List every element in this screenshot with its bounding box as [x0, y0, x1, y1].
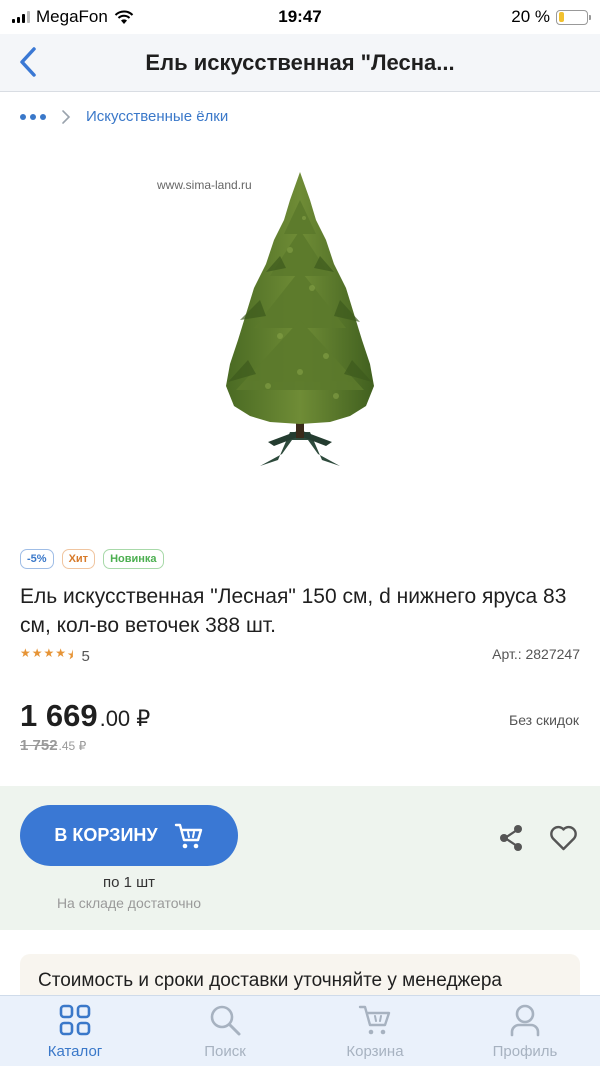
- chevron-left-icon: [20, 47, 36, 77]
- breadcrumb-link[interactable]: Искусственные ёлки: [86, 108, 228, 125]
- battery-percent: 20 %: [511, 7, 550, 26]
- back-button[interactable]: [10, 44, 46, 80]
- new-badge: Новинка: [103, 549, 164, 569]
- tab-search[interactable]: Поиск: [150, 996, 300, 1066]
- article-number: Арт.: 2827247: [492, 646, 580, 662]
- status-left: MegaFon: [12, 7, 134, 27]
- rating-count: 5: [81, 648, 90, 665]
- user-icon: [510, 1004, 540, 1037]
- discount-note: Без скидок: [509, 712, 579, 728]
- cart-icon: [358, 1005, 391, 1035]
- page-title: Ель искусственная "Лесна...: [145, 49, 455, 75]
- breadcrumb-more-button[interactable]: [20, 113, 46, 120]
- price: 1 669 .00 ₽: [20, 698, 150, 734]
- star-icon: ★: [20, 646, 31, 660]
- price-cents: .00 ₽: [99, 706, 151, 731]
- heart-icon[interactable]: [549, 824, 578, 852]
- rating-stars: ★ ★ ★ ★ ⯨: [20, 646, 73, 667]
- tab-cart[interactable]: Корзина: [300, 996, 450, 1066]
- tab-profile-label: Профиль: [492, 1043, 558, 1060]
- breadcrumb: Искусственные ёлки: [20, 108, 228, 125]
- per-unit-text: по 1 шт: [102, 874, 156, 891]
- tab-profile[interactable]: Профиль: [450, 996, 600, 1066]
- star-icon: ★: [43, 646, 55, 660]
- star-icon: ⯨: [67, 648, 74, 662]
- price-main: 1 669: [20, 698, 98, 733]
- delivery-text: Стоимость и сроки доставки уточняйте у м…: [38, 970, 502, 991]
- hit-badge: Хит: [61, 549, 96, 569]
- old-price-cents: .45 ₽: [58, 739, 87, 753]
- status-bar: MegaFon 19:47 20 %: [0, 0, 600, 34]
- stock-status: На складе достаточно: [56, 895, 202, 911]
- tab-catalog[interactable]: Каталог: [0, 996, 150, 1066]
- chevron-right-icon: [62, 109, 71, 124]
- add-to-cart-button[interactable]: В КОРЗИНУ: [20, 805, 238, 866]
- product-image[interactable]: [140, 160, 460, 490]
- tab-search-label: Поиск: [204, 1043, 246, 1060]
- cart-area: В КОРЗИНУ по 1 шт На складе достаточно: [0, 786, 600, 930]
- wifi-icon: [114, 10, 134, 24]
- tab-catalog-label: Каталог: [47, 1043, 103, 1060]
- add-to-cart-label: В КОРЗИНУ: [54, 825, 158, 845]
- old-price-main: 1 752: [20, 737, 58, 754]
- carrier-name: MegaFon: [36, 7, 108, 26]
- header: Ель искусственная "Лесна...: [0, 34, 600, 92]
- discount-badge: -5%: [20, 549, 54, 569]
- cart-icon: [174, 823, 202, 848]
- rating[interactable]: ★ ★ ★ ★ ⯨ 5: [20, 646, 90, 667]
- old-price: 1 752 .45 ₽: [20, 737, 86, 754]
- battery-icon: [556, 9, 591, 25]
- grid-icon: [59, 1004, 91, 1036]
- share-icon[interactable]: [497, 824, 525, 852]
- badges: -5% Хит Новинка: [20, 549, 164, 569]
- star-icon: ★: [55, 646, 67, 660]
- tab-cart-label: Корзина: [346, 1043, 404, 1060]
- status-right: 20 %: [511, 7, 591, 27]
- product-title: Ель искусственная "Лесная" 150 см, d ниж…: [20, 585, 567, 637]
- tab-bar: Каталог Поиск Корзина Профиль: [0, 995, 600, 1066]
- battery-fill: [558, 12, 564, 22]
- star-icon: ★: [31, 646, 43, 660]
- signal-icon: [12, 11, 30, 23]
- search-icon: [210, 1005, 241, 1036]
